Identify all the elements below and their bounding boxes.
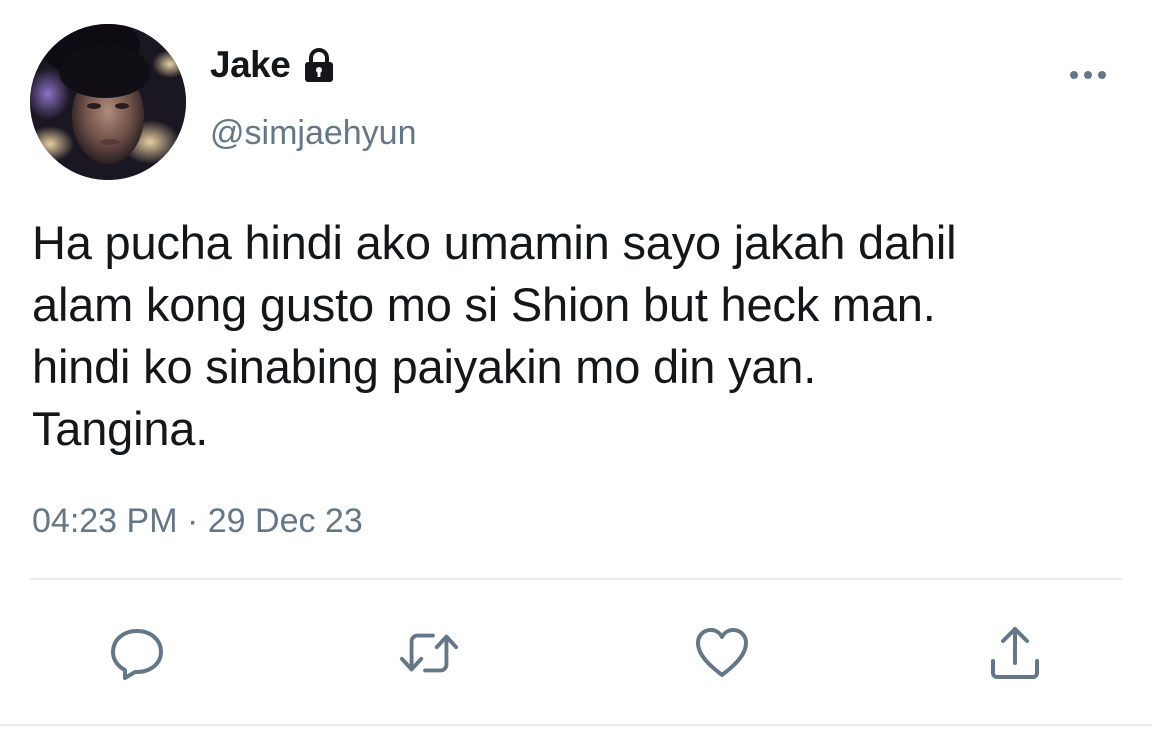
tweet-text: Ha pucha hindi ako umamin sayo jakah dah…: [32, 212, 1132, 460]
retweet-icon: [399, 633, 459, 673]
tweet-line: alam kong gusto mo si Shion but heck man…: [32, 278, 936, 331]
divider: [30, 578, 1122, 580]
tweet-line: Ha pucha hindi ako umamin sayo jakah dah…: [32, 216, 957, 269]
tweet-line: Tangina.: [32, 402, 209, 455]
avatar-image: [30, 24, 186, 180]
name-row: Jake: [210, 44, 338, 86]
more-options-button[interactable]: [1062, 58, 1114, 92]
avatar[interactable]: [30, 24, 186, 180]
tweet-line: hindi ko sinabing paiyakin mo din yan.: [32, 340, 817, 393]
lock-icon: [300, 47, 338, 85]
retweet-button[interactable]: [398, 622, 460, 684]
tweet-card: Jake @simjaehyun Ha pucha hindi ako umam…: [0, 0, 1152, 744]
like-button[interactable]: [691, 622, 753, 684]
more-options-icon: [1070, 71, 1106, 79]
user-handle[interactable]: @simjaehyun: [210, 114, 417, 153]
like-icon: [696, 628, 748, 677]
tweet-timestamp[interactable]: 04:23 PM · 29 Dec 23: [32, 502, 363, 541]
reply-button[interactable]: [106, 622, 168, 684]
bottom-divider: [0, 724, 1152, 726]
display-name[interactable]: Jake: [210, 44, 291, 86]
share-icon: [991, 627, 1039, 679]
reply-icon: [111, 629, 163, 680]
share-button[interactable]: [984, 622, 1046, 684]
